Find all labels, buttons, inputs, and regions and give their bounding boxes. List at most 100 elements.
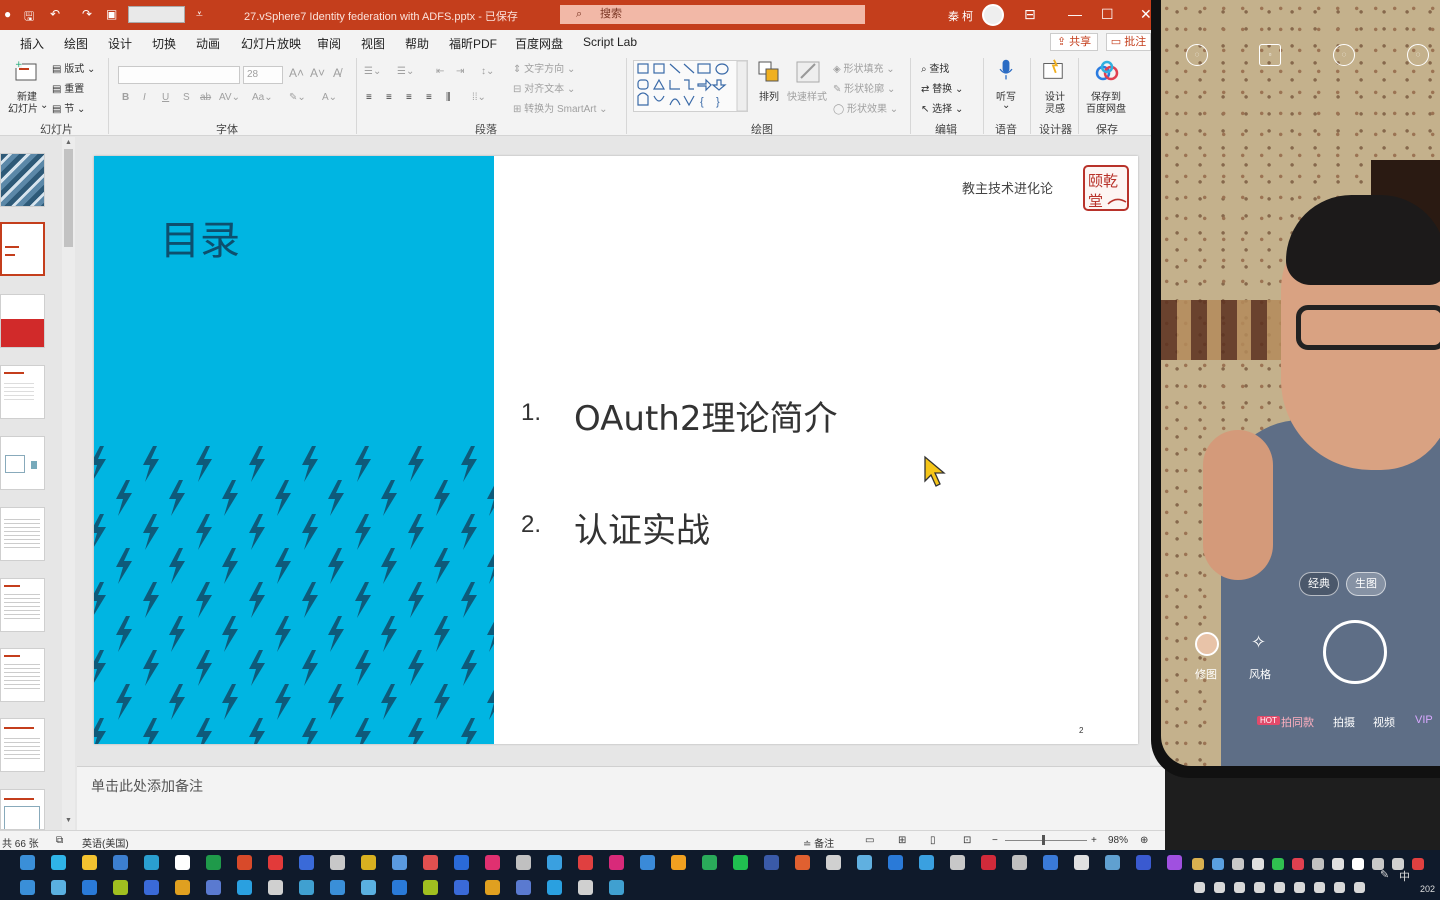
- text-direction-button[interactable]: ⇕ 文字方向 ⌄: [513, 60, 575, 75]
- scroll-down-icon[interactable]: ▼: [65, 817, 72, 824]
- bullets-icon[interactable]: ☰⌄: [364, 66, 381, 77]
- taskbar-app-icon[interactable]: [609, 855, 624, 870]
- minimize-icon[interactable]: —: [1068, 6, 1082, 22]
- shapes-gallery[interactable]: {}: [633, 60, 748, 112]
- mode-shoot[interactable]: 拍摄: [1333, 714, 1355, 730]
- justify-icon[interactable]: ≡: [426, 92, 432, 103]
- redo-icon[interactable]: ↷: [82, 7, 92, 21]
- slide-title[interactable]: 目录: [160, 208, 240, 266]
- tab-insert[interactable]: 插入: [20, 35, 44, 52]
- font-color-icon[interactable]: A⌄: [322, 92, 337, 103]
- taskbar-app-icon[interactable]: [1012, 855, 1027, 870]
- taskbar-app-icon[interactable]: [516, 855, 531, 870]
- tab-design[interactable]: 设计: [108, 35, 132, 52]
- taskbar-app-icon[interactable]: [1074, 855, 1089, 870]
- taskbar-app-icon[interactable]: [1167, 855, 1182, 870]
- undo-icon[interactable]: ↶: [50, 7, 60, 21]
- taskbar-app-icon[interactable]: [1105, 855, 1120, 870]
- taskbar-app-icon[interactable]: [671, 855, 686, 870]
- scroll-up-icon[interactable]: ▲: [65, 139, 72, 146]
- taskbar-app-icon[interactable]: [702, 855, 717, 870]
- numbering-icon[interactable]: ☰⌄: [397, 66, 414, 77]
- new-slide-icon[interactable]: +: [14, 60, 40, 84]
- reading-view-icon[interactable]: ▯: [930, 835, 936, 846]
- shrink-font-icon[interactable]: A˅: [310, 66, 325, 80]
- notes-pane[interactable]: 单击此处添加备注: [77, 766, 1165, 830]
- taskbar-app-icon[interactable]: [237, 855, 252, 870]
- ime-indicator[interactable]: 中: [1399, 868, 1410, 884]
- tray-icon[interactable]: [1214, 882, 1225, 893]
- document-title[interactable]: 27.vSphere7 Identity federation with ADF…: [244, 8, 518, 24]
- shape-outline-button[interactable]: ✎ 形状轮廓 ⌄: [833, 80, 895, 95]
- taskbar-app-icon[interactable]: [578, 855, 593, 870]
- dictate-dropdown-icon[interactable]: ⌄: [1002, 100, 1010, 111]
- taskbar-app-icon[interactable]: [361, 855, 376, 870]
- taskbar-app-icon[interactable]: [919, 855, 934, 870]
- taskbar-app-icon[interactable]: [330, 855, 345, 870]
- zoom-in-icon[interactable]: +: [1091, 835, 1097, 846]
- taskbar-app-icon[interactable]: [361, 880, 376, 895]
- smartart-button[interactable]: ⊞ 转换为 SmartArt ⌄: [513, 100, 608, 115]
- taskbar-app-icon[interactable]: [764, 855, 779, 870]
- taskbar-app-icon[interactable]: [423, 855, 438, 870]
- select-button[interactable]: ↖ 选择 ⌄: [921, 100, 963, 115]
- customize-qa-icon[interactable]: ⩡: [196, 7, 203, 22]
- taskbar-app-icon[interactable]: [485, 880, 500, 895]
- tray-icon[interactable]: [1272, 858, 1284, 870]
- camera-top-icon[interactable]: ◌: [1407, 44, 1429, 66]
- maximize-icon[interactable]: ☐: [1101, 6, 1114, 23]
- section-button[interactable]: ▤ 节 ⌄: [52, 100, 85, 115]
- tray-icon[interactable]: [1194, 882, 1205, 893]
- zoom-level[interactable]: 98%: [1108, 835, 1128, 846]
- quick-access-combo[interactable]: [128, 6, 185, 23]
- brand-text[interactable]: 教主技术进化论: [962, 178, 1053, 197]
- tray-icon[interactable]: [1234, 882, 1245, 893]
- retouch-label[interactable]: 修图: [1195, 666, 1217, 682]
- taskbar-app-icon[interactable]: [485, 855, 500, 870]
- tray-icon[interactable]: [1274, 882, 1285, 893]
- user-avatar[interactable]: [982, 4, 1004, 26]
- taskbar-app-icon[interactable]: [299, 855, 314, 870]
- tab-help[interactable]: 帮助: [405, 35, 429, 52]
- presentation-icon[interactable]: ▣: [106, 7, 117, 21]
- slide-thumbnail-active[interactable]: [0, 222, 45, 276]
- change-case-icon[interactable]: Aa⌄: [252, 92, 273, 103]
- decrease-indent-icon[interactable]: ⇤: [436, 66, 444, 77]
- toc-item-oauth2[interactable]: OAuth2理论简介: [574, 391, 837, 440]
- slide-thumbnail[interactable]: [0, 507, 45, 561]
- taskbar-app-icon[interactable]: [144, 880, 159, 895]
- clear-format-icon[interactable]: A̸: [333, 66, 341, 80]
- shutter-button[interactable]: [1323, 620, 1387, 684]
- taskbar-app-icon[interactable]: [1136, 855, 1151, 870]
- bold-icon[interactable]: B: [122, 92, 129, 103]
- underline-icon[interactable]: U: [162, 92, 169, 103]
- camera-top-icon[interactable]: ◌: [1186, 44, 1208, 66]
- taskbar-app-icon[interactable]: [237, 880, 252, 895]
- new-slide-dropdown-icon[interactable]: ⌄: [40, 100, 48, 111]
- toc-item-auth-practice[interactable]: 认证实战: [574, 503, 710, 552]
- taskbar-app-icon[interactable]: [640, 855, 655, 870]
- replace-button[interactable]: ⇄ 替换 ⌄: [921, 80, 963, 95]
- ribbon-display-icon[interactable]: ⊟: [1024, 6, 1036, 23]
- tab-foxit-pdf[interactable]: 福昕PDF: [449, 35, 497, 52]
- arrange-icon[interactable]: [756, 60, 782, 84]
- char-spacing-icon[interactable]: AV⌄: [219, 92, 240, 103]
- taskbar-app-icon[interactable]: [206, 855, 221, 870]
- taskbar-app-icon[interactable]: [733, 855, 748, 870]
- taskbar-app-icon[interactable]: [113, 855, 128, 870]
- find-button[interactable]: ⌕ 查找: [921, 60, 949, 75]
- camera-top-icon[interactable]: ▫: [1259, 44, 1281, 66]
- taskbar-app-icon[interactable]: [82, 855, 97, 870]
- share-button[interactable]: ⇪ 共享: [1050, 33, 1098, 51]
- notes-placeholder[interactable]: 单击此处添加备注: [91, 776, 203, 796]
- tray-icon[interactable]: [1312, 858, 1324, 870]
- save-icon[interactable]: 🖫: [24, 7, 34, 28]
- tray-icon[interactable]: [1352, 858, 1364, 870]
- tray-icon[interactable]: [1354, 882, 1365, 893]
- tray-icon[interactable]: [1292, 858, 1304, 870]
- align-left-icon[interactable]: ≡: [366, 92, 372, 103]
- slideshow-view-icon[interactable]: ⊡: [963, 835, 971, 846]
- slide-thumbnail[interactable]: [0, 436, 45, 490]
- tray-icon[interactable]: [1254, 882, 1265, 893]
- design-ideas-icon[interactable]: [1040, 58, 1066, 82]
